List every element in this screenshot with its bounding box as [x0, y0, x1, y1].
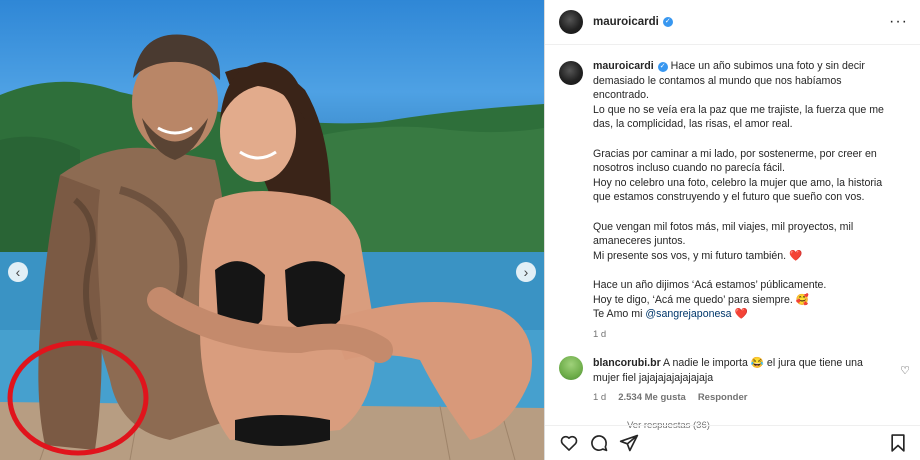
author-avatar[interactable]	[559, 10, 583, 34]
caption-line: Mi presente sos vos, y mi futuro también…	[593, 249, 803, 262]
photo-scene	[0, 34, 544, 460]
caption-line: Hoy te digo, ‘Acá me quedo’ para siempre…	[593, 293, 809, 306]
caption-line: Que vengan mil fotos más, mil viajes, mi…	[593, 220, 854, 248]
caption-line: Te Amo mi	[593, 308, 646, 321]
reply-button[interactable]: Responder	[698, 391, 748, 406]
caption-line: Hoy no celebro una foto, celebro la muje…	[593, 176, 883, 204]
author-username[interactable]: mauroicardi	[593, 16, 659, 28]
comment-timestamp[interactable]: 1 d	[593, 391, 606, 406]
caption-verified-icon: ✓	[657, 62, 668, 72]
comment-like-heart-icon[interactable]: ♡	[900, 364, 910, 377]
post-photo[interactable]: ‹ ›	[0, 0, 544, 460]
bookmark-icon[interactable]	[888, 433, 908, 453]
caption-line: Gracias por caminar a mi lado, por soste…	[593, 147, 877, 175]
next-photo-button[interactable]: ›	[516, 262, 536, 282]
post-header: mauroicardi ✓ ···	[545, 0, 920, 45]
more-options-icon[interactable]: ···	[889, 13, 908, 31]
caption-line: Lo que no se veía era la paz que me traj…	[593, 103, 884, 131]
verified-badge-icon: ✓	[662, 17, 673, 27]
mention-link[interactable]: @sangrejaponesa	[645, 308, 731, 320]
post-caption: mauroicardi ✓ Hace un año subimos una fot…	[593, 59, 893, 342]
caption-username[interactable]: mauroicardi	[593, 60, 654, 72]
heart-icon[interactable]	[559, 433, 579, 453]
caption-line: Hace un año dijimos ‘Acá estamos’ públic…	[593, 278, 827, 291]
post-action-bar	[545, 425, 920, 460]
post-caption-block: mauroicardi ✓ Hace un año subimos una fot…	[545, 45, 920, 342]
caption-author-avatar[interactable]	[559, 61, 583, 85]
commenter-username[interactable]: blancorubi.br	[593, 357, 661, 369]
comment-icon[interactable]	[589, 433, 609, 453]
caption-heart: ❤️	[731, 308, 748, 321]
share-icon[interactable]	[619, 433, 639, 453]
commenter-avatar[interactable]	[559, 356, 583, 381]
post-side-panel: mauroicardi ✓ ··· mauroicardi ✓ Hace un a…	[544, 0, 920, 460]
comment-likes-count[interactable]: 2.534 Me gusta	[618, 391, 686, 406]
post-timestamp[interactable]: 1 d	[593, 328, 893, 343]
previous-photo-button[interactable]: ‹	[8, 262, 28, 282]
comment-item: blancorubi.br A nadie le importa 😂 el ju…	[545, 342, 920, 406]
